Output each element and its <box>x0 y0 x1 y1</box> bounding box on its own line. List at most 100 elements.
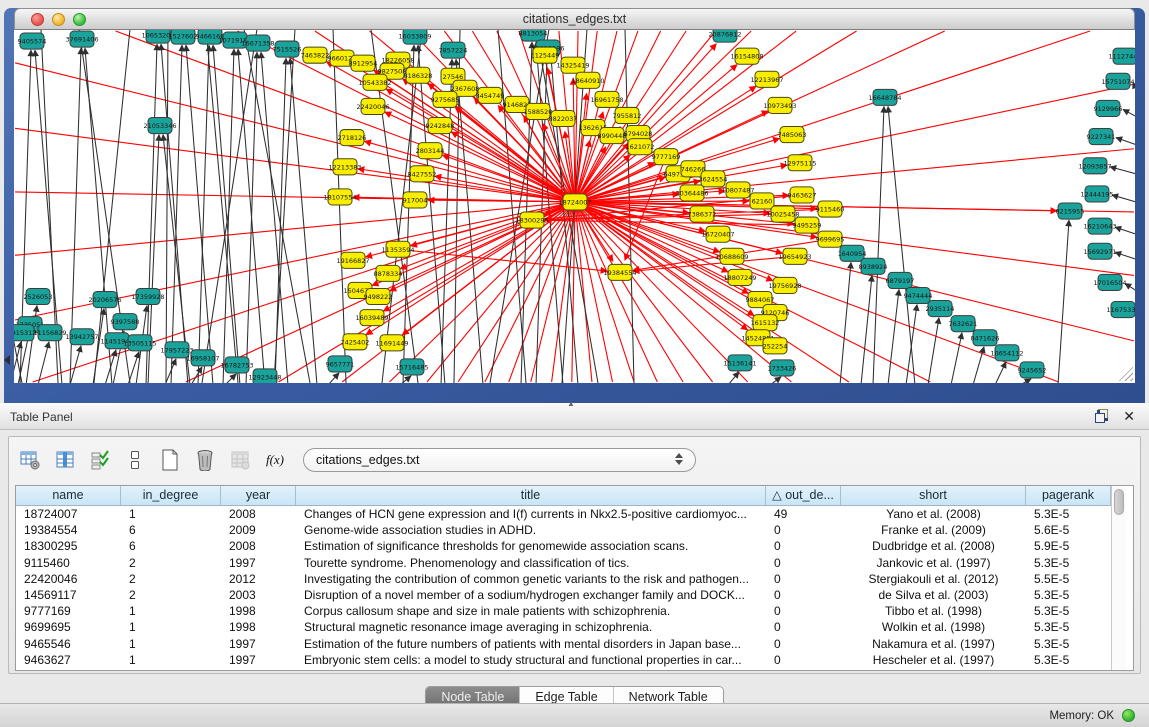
function-builder-button[interactable]: f(x) <box>262 447 288 473</box>
graph-node-label: 11691449 <box>376 339 409 347</box>
new-table-button[interactable] <box>157 447 183 473</box>
table-cell: 9115460 <box>16 555 121 571</box>
table-cell: Estimation of the future numbers of pati… <box>296 636 766 652</box>
table-row[interactable]: 1830029562008Estimation of significance … <box>16 538 1111 554</box>
column-header-in-degree[interactable]: in_degree <box>121 486 221 505</box>
table-cell: 1997 <box>221 636 296 652</box>
table-cell: 14569117 <box>16 587 121 603</box>
table-row[interactable]: 969969511998Structural magnetic resonanc… <box>16 619 1111 635</box>
graph-node-label: 8215955 <box>1056 208 1085 216</box>
table-cell: 1 <box>121 506 221 522</box>
window-title: citations_edges.txt <box>15 12 1134 26</box>
table-cell: Embryonic stem cells: a model to study s… <box>296 652 766 668</box>
graph-node-label: 9405574 <box>18 38 47 46</box>
graph-node-label: 12213383 <box>329 163 362 171</box>
network-canvas[interactable]: 9405574376914061065320715276029466160107… <box>14 30 1135 383</box>
table-row[interactable]: 946362711997Embryonic stem cells: a mode… <box>16 652 1111 668</box>
graph-node-label: 16961758 <box>591 96 624 104</box>
table-cell: 6 <box>121 538 221 554</box>
graph-node-label: 16720407 <box>702 231 735 239</box>
deselect-rows-button[interactable] <box>122 447 148 473</box>
show-column-button[interactable] <box>52 447 78 473</box>
table-cell: Genome-wide association studies in ADHD. <box>296 522 766 538</box>
graph-node-label: 1621072 <box>626 143 655 151</box>
table-cell: 5.3E-5 <box>1026 636 1111 652</box>
status-bar: Memory: OK <box>0 703 1149 727</box>
table-row[interactable]: 1938455462009Genome-wide association stu… <box>16 522 1111 538</box>
graph-node-label: 10973493 <box>764 102 797 110</box>
column-header-year[interactable]: year <box>221 486 296 505</box>
table-scrollbar-thumb[interactable] <box>1114 489 1124 515</box>
window-titlebar[interactable]: citations_edges.txt <box>14 8 1135 30</box>
close-panel-icon[interactable]: ✕ <box>1123 407 1135 425</box>
table-cell: 2009 <box>221 522 296 538</box>
table-cell: 1 <box>121 636 221 652</box>
graph-node-label: 9397588 <box>111 318 140 326</box>
graph-node-label: 18724007 <box>559 198 592 206</box>
graph-node-label: 7632621 <box>949 320 978 328</box>
table-row[interactable]: 1872400712008Changes of HCN gene express… <box>16 506 1111 522</box>
table-cell: Disruption of a novel member of a sodium… <box>296 587 766 603</box>
split-pane-handle-icon[interactable]: ▲ <box>567 399 575 408</box>
column-header-pagerank[interactable]: pagerank <box>1026 486 1111 505</box>
graph-node-label: 917004 <box>403 196 428 204</box>
graph-node-label: 7857224 <box>439 47 468 55</box>
network-graph: 9405574376914061065320715276029466160107… <box>14 30 1135 383</box>
graph-node-label: 8454749 <box>476 92 505 100</box>
table-cell: 1 <box>121 603 221 619</box>
column-header-title[interactable]: title <box>296 486 766 505</box>
table-row[interactable]: 2242004622012Investigating the contribut… <box>16 571 1111 587</box>
table-cell: 49 <box>766 506 841 522</box>
float-panel-icon[interactable] <box>1095 409 1109 423</box>
graph-node-label: 7955812 <box>613 112 642 120</box>
column-header-name[interactable]: name <box>16 486 121 505</box>
graph-node-label: 11353594 <box>382 246 415 254</box>
graph-node-label: 9227341 <box>1087 133 1116 141</box>
graph-node-label: 8822037 <box>549 115 578 123</box>
table-scrollbar[interactable] <box>1111 486 1126 670</box>
column-header-out-de[interactable]: △ out_de... <box>766 486 841 505</box>
table-cell: 0 <box>766 538 841 554</box>
graph-node-label: 10543382 <box>359 79 392 87</box>
graph-node-label: 17359928 <box>132 293 165 301</box>
graph-node-label: 9884067 <box>746 296 775 304</box>
table-row[interactable]: 1456911722003Disruption of a novel membe… <box>16 587 1111 603</box>
table-cell: Hescheler et al. (1997) <box>841 652 1026 668</box>
table-row[interactable]: 911546021997Tourette syndrome. Phenomeno… <box>16 555 1111 571</box>
graph-node-label: 16154808 <box>731 53 764 61</box>
trash-icon <box>196 449 214 471</box>
table-cell: 9777169 <box>16 603 121 619</box>
graph-node-label: 11156829 <box>34 329 67 337</box>
graph-node-label: 8938924 <box>859 263 888 271</box>
graph-node-label: 8813054 <box>519 30 548 38</box>
column-header-short[interactable]: short <box>841 486 1026 505</box>
delete-table-button[interactable] <box>192 447 218 473</box>
graph-node-label: 9657771 <box>326 360 355 368</box>
panel-collapse-arrow-icon[interactable] <box>4 355 10 365</box>
graph-node-label: 9245652 <box>1018 366 1047 374</box>
import-table-button[interactable] <box>227 447 253 473</box>
graph-node-label: 2718126 <box>338 134 367 142</box>
graph-node-label: 1733426 <box>768 364 797 372</box>
graph-node-label: 8912954 <box>349 60 378 68</box>
graph-node-label: 2935114 <box>926 305 955 313</box>
network-window: citations_edges.txt 94055743769140610653… <box>4 8 1145 403</box>
graph-node-label: 27546 <box>443 73 464 81</box>
graph-node-label: 1640954 <box>838 250 867 258</box>
graph-node-label: 2526053 <box>24 293 53 301</box>
table-cell: 2 <box>121 587 221 603</box>
attribute-table: namein_degreeyeartitle△ out_de...shortpa… <box>15 485 1134 671</box>
network-table-selector[interactable]: citations_edges.txt <box>303 448 696 472</box>
graph-node-label: 10807487 <box>722 186 755 194</box>
table-row[interactable]: 977716911998Corpus callosum shape and si… <box>16 603 1111 619</box>
table-cell: 6 <box>121 522 221 538</box>
select-all-rows-button[interactable] <box>87 447 113 473</box>
table-row[interactable]: 946554611997Estimation of the future num… <box>16 636 1111 652</box>
table-cell: 2012 <box>221 571 296 587</box>
graph-node-label: 9115460 <box>816 206 845 214</box>
table-cell: 9699695 <box>16 619 121 635</box>
table-settings-button[interactable] <box>17 447 43 473</box>
table-cell: 5.3E-5 <box>1026 506 1111 522</box>
table-cell: 5.3E-5 <box>1026 587 1111 603</box>
graph-node-label: 9129966 <box>1094 105 1123 113</box>
